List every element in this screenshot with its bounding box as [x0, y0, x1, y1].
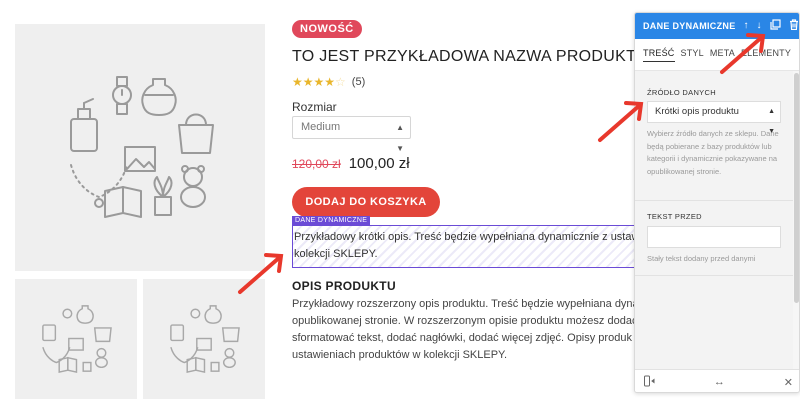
scrollbar-thumb[interactable] — [794, 73, 799, 303]
panel-header: DANE DYNAMICZNE ↑ ↓ — [635, 13, 799, 39]
tab-meta[interactable]: META — [710, 48, 735, 61]
trash-icon[interactable] — [789, 19, 799, 33]
duplicate-icon[interactable] — [769, 19, 781, 33]
product-placeholder-icon — [42, 305, 112, 374]
select-arrow-icon: ▲ ▼ — [396, 123, 404, 153]
panel-footer: ↔ ✕ — [635, 369, 799, 392]
panel-title: DANE DYNAMICZNE — [643, 21, 736, 31]
text-before-input[interactable] — [647, 226, 781, 248]
close-icon[interactable]: ✕ — [784, 376, 793, 389]
panel-tabs: TREŚĆ STYL META ELEMENTY — [635, 39, 799, 71]
size-select[interactable]: Medium ▲ ▼ — [292, 116, 411, 153]
divider — [635, 200, 793, 201]
arrow-down-icon[interactable]: ↓ — [757, 21, 762, 31]
resize-horizontal-icon[interactable]: ↔ — [714, 376, 725, 388]
price-old: 120,00 zł — [292, 157, 341, 171]
dynamic-data-tag: DANE DYNAMICZNE — [292, 216, 371, 226]
size-select-value: Medium — [301, 121, 341, 133]
product-main-image[interactable] — [15, 24, 265, 271]
add-to-cart-button[interactable]: DODAJ DO KOSZYKA — [292, 187, 440, 217]
dynamic-data-panel: DANE DYNAMICZNE ↑ ↓ TREŚĆ STYL META ELEM… — [634, 12, 800, 393]
tab-elements[interactable]: ELEMENTY — [741, 48, 791, 61]
divider — [635, 275, 793, 276]
dynamic-data-block[interactable]: Przykładowy krótki opis. Treść będzie wy… — [292, 225, 642, 268]
product-thumbnail-1[interactable] — [15, 279, 137, 399]
new-badge: NOWOŚĆ — [292, 20, 362, 38]
product-thumbnail-2[interactable] — [143, 279, 265, 399]
source-label: ŹRÓDŁO DANYCH — [647, 88, 716, 97]
tab-content[interactable]: TREŚĆ — [643, 48, 675, 62]
rating-stars: ★★★★☆ — [292, 75, 346, 89]
source-help: Wybierz źródło danych ze sklepu. Dane bę… — [647, 129, 779, 176]
product-placeholder-icon — [170, 305, 240, 374]
red-arrowhead-icon — [264, 253, 284, 273]
source-select-value: Krótki opis produktu — [655, 106, 739, 117]
description-text: Przykładowy rozszerzony opis produktu. T… — [292, 298, 639, 361]
product-placeholder-icon — [70, 75, 214, 218]
price-new: 100,00 zł — [348, 155, 410, 172]
panel-scrollbar[interactable] — [793, 71, 799, 374]
text-before-label: TEKST PRZED — [647, 212, 702, 221]
size-label: Rozmiar — [292, 100, 337, 114]
price-row: 120,00 zł 100,00 zł — [292, 155, 410, 172]
text-before-help: Stały tekst dodany przed danymi — [647, 254, 756, 263]
product-title: TO JEST PRZYKŁADOWA NAZWA PRODUKTU — [292, 48, 649, 65]
description-heading: OPIS PRODUKTU — [292, 279, 396, 293]
rating-count: (5) — [351, 76, 366, 88]
short-description: Przykładowy krótki opis. Treść będzie wy… — [294, 231, 640, 260]
source-select[interactable]: Krótki opis produktu ▲ ▼ — [647, 101, 781, 135]
device-toggle-icon[interactable] — [643, 375, 655, 390]
product-rating: ★★★★☆ (5) — [292, 75, 365, 89]
panel-body: ŹRÓDŁO DANYCH Krótki opis produktu ▲ ▼ Wy… — [635, 71, 793, 374]
tab-style[interactable]: STYL — [681, 48, 704, 61]
arrow-up-icon[interactable]: ↑ — [744, 21, 749, 31]
